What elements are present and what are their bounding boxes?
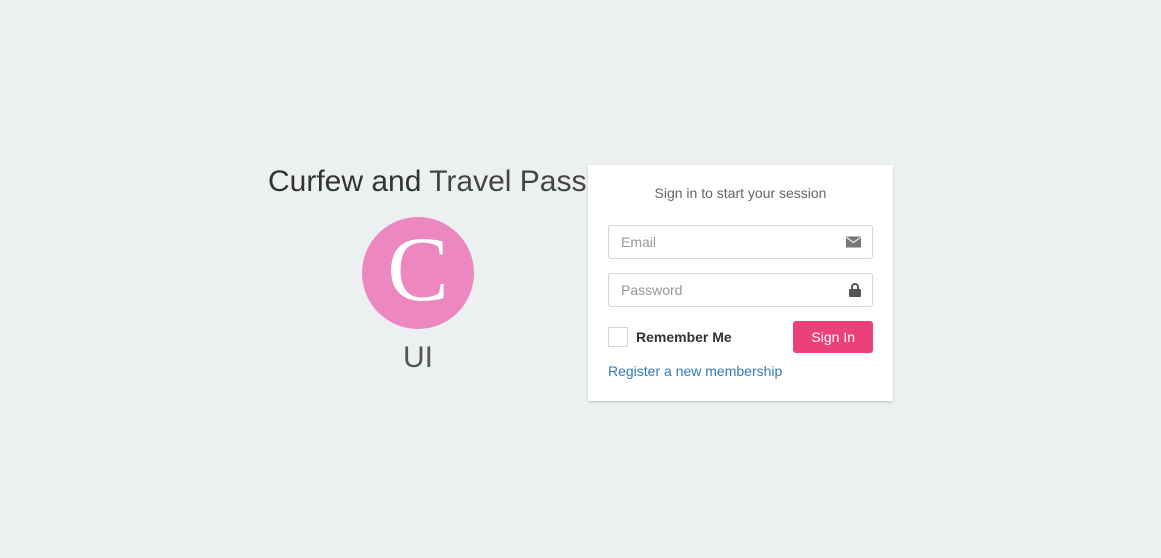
title-bold: Curfew and <box>268 165 421 198</box>
logo-circle: C <box>362 217 474 329</box>
password-input[interactable] <box>608 273 873 307</box>
remember-label: Remember Me <box>636 329 732 345</box>
login-box: Sign in to start your session <box>588 165 893 401</box>
signin-button[interactable]: Sign In <box>793 321 873 353</box>
remember-checkbox[interactable] <box>608 327 628 347</box>
lock-icon <box>849 283 861 297</box>
title-light: Travel Pass <box>429 165 586 198</box>
subtitle: UI <box>268 341 568 375</box>
email-group <box>608 225 873 259</box>
envelope-icon <box>846 237 861 248</box>
login-page: Curfew and Travel Pass C UI Sign in to s… <box>0 0 1161 401</box>
logo-letter: C <box>387 223 448 315</box>
register-link[interactable]: Register a new membership <box>608 363 782 379</box>
branding-panel: Curfew and Travel Pass C UI <box>268 165 568 375</box>
bottom-row: Remember Me Sign In <box>608 321 873 353</box>
app-title: Curfew and Travel Pass <box>268 165 568 199</box>
login-message: Sign in to start your session <box>608 185 873 205</box>
remember-group: Remember Me <box>608 327 732 347</box>
password-group <box>608 273 873 307</box>
email-input[interactable] <box>608 225 873 259</box>
